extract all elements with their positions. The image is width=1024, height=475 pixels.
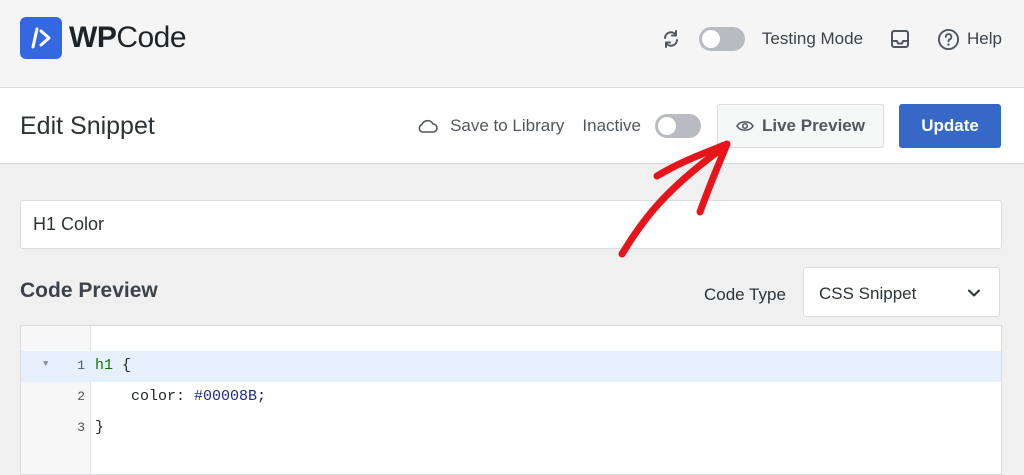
- fold-arrow-icon[interactable]: ▼: [43, 359, 48, 369]
- refresh-icon[interactable]: [660, 28, 682, 50]
- wpcode-logo[interactable]: WPCode: [20, 17, 187, 59]
- chevron-down-icon: [967, 286, 981, 305]
- css-property: color:: [95, 388, 195, 405]
- inbox-icon[interactable]: [889, 28, 911, 50]
- save-to-library-button[interactable]: Save to Library: [416, 116, 564, 136]
- update-button[interactable]: Update: [899, 104, 1001, 148]
- code-line: ▼ 1 h1 {: [21, 351, 1001, 382]
- code-preview-title: Code Preview: [20, 279, 158, 302]
- code-line: 2 color: #00008B;: [21, 382, 1001, 413]
- testing-mode-toggle[interactable]: [698, 27, 745, 51]
- code-text: {: [113, 357, 132, 374]
- logo-text: WPCode: [69, 21, 187, 54]
- code-type-value: CSS Snippet: [819, 284, 917, 303]
- save-to-library-label: Save to Library: [450, 116, 565, 135]
- line-number: 1: [77, 358, 85, 373]
- live-preview-button[interactable]: Live Preview: [717, 104, 884, 148]
- eye-icon: [736, 120, 754, 132]
- code-editor[interactable]: ▼ 1 h1 { 2 color: #00008B; 3 }: [20, 325, 1002, 475]
- code-text: ;: [257, 388, 267, 405]
- top-actions: Testing Mode Help: [660, 24, 1002, 54]
- code-line: 3 }: [21, 413, 1001, 444]
- top-bar: WPCode Testing Mode Help: [0, 0, 1024, 88]
- css-value: #00008B: [194, 388, 258, 405]
- help-button[interactable]: Help: [937, 28, 1002, 51]
- css-selector: h1: [95, 357, 114, 374]
- live-preview-label: Live Preview: [761, 116, 865, 135]
- status-label: Inactive: [582, 116, 641, 135]
- snippet-name-input[interactable]: [20, 200, 1002, 249]
- page-title: Edit Snippet: [20, 112, 155, 140]
- active-toggle[interactable]: [655, 114, 701, 138]
- testing-mode-label: Testing Mode: [761, 29, 864, 48]
- logo-mark-icon: [20, 17, 62, 59]
- annotation-arrow-icon: [618, 140, 731, 258]
- code-type-label: Code Type: [704, 285, 786, 304]
- help-icon: [937, 28, 960, 51]
- header-bar: Edit Snippet Save to Library Inactive Li…: [0, 88, 1024, 164]
- code-type-select[interactable]: CSS Snippet: [803, 267, 1000, 317]
- cloud-icon: [416, 118, 438, 134]
- line-number: 3: [77, 420, 85, 435]
- code-text: }: [95, 419, 105, 436]
- line-number: 2: [77, 389, 85, 404]
- help-label: Help: [967, 29, 1002, 48]
